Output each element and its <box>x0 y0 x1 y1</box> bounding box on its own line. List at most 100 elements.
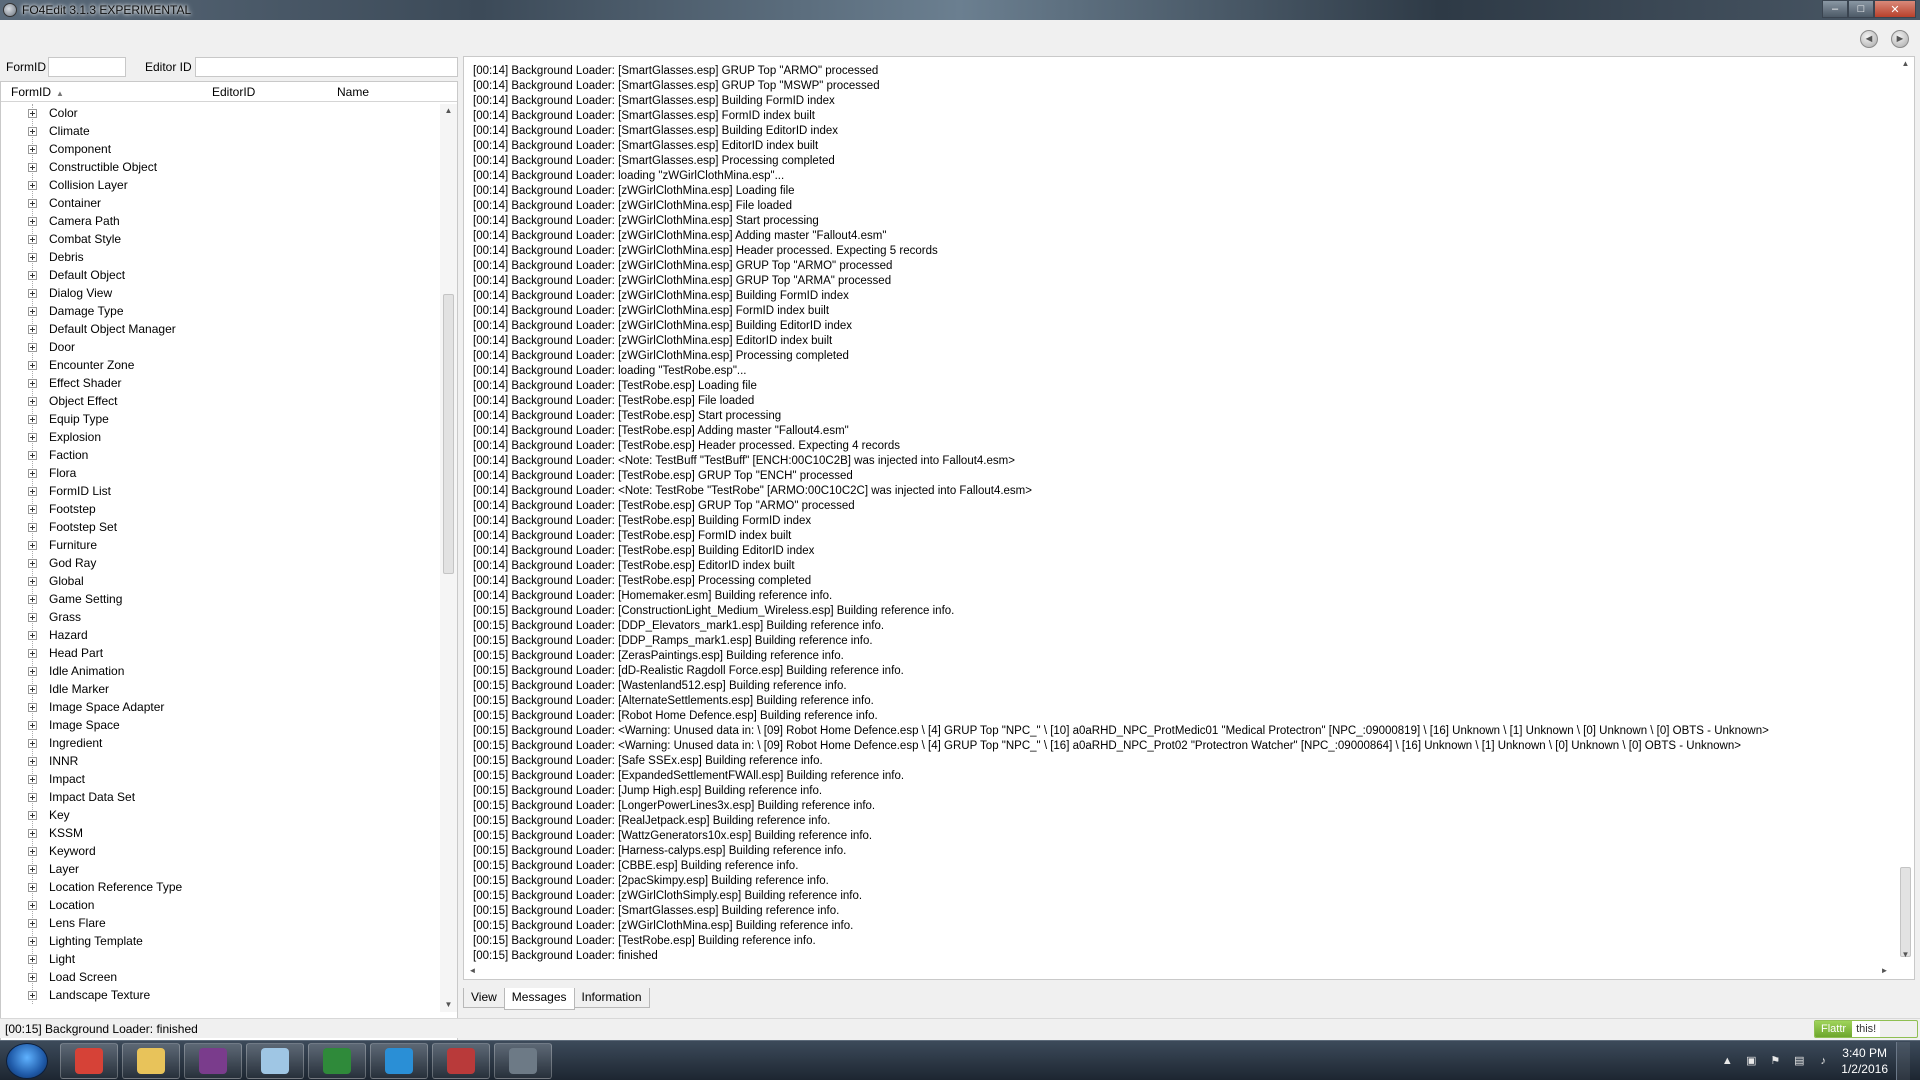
taskbar-button[interactable] <box>60 1043 118 1079</box>
tree-item[interactable]: Default Object Manager <box>1 320 439 338</box>
expand-icon[interactable] <box>28 504 37 514</box>
expand-icon[interactable] <box>28 126 37 136</box>
tree-item[interactable]: Dialog View <box>1 284 439 302</box>
show-desktop-button[interactable] <box>1896 1042 1910 1080</box>
expand-icon[interactable] <box>28 954 37 964</box>
tree-item[interactable]: Keyword <box>1 842 439 860</box>
expand-icon[interactable] <box>28 288 37 298</box>
log-vertical-scrollbar[interactable]: ▲ ▼ <box>1897 57 1914 962</box>
back-icon[interactable]: ◄ <box>1860 30 1878 48</box>
expand-icon[interactable] <box>28 756 37 766</box>
expand-icon[interactable] <box>28 702 37 712</box>
tree-item[interactable]: Impact Data Set <box>1 788 439 806</box>
tree-item[interactable]: Image Space Adapter <box>1 698 439 716</box>
expand-icon[interactable] <box>28 306 37 316</box>
expand-icon[interactable] <box>28 630 37 640</box>
expand-icon[interactable] <box>28 162 37 172</box>
tree-item[interactable]: Component <box>1 140 439 158</box>
tree-item[interactable]: Impact <box>1 770 439 788</box>
scroll-right-icon[interactable]: ► <box>1876 964 1893 978</box>
tree-item[interactable]: Color <box>1 104 439 122</box>
expand-icon[interactable] <box>28 180 37 190</box>
tree-item[interactable]: Head Part <box>1 644 439 662</box>
expand-icon[interactable] <box>28 918 37 928</box>
expand-icon[interactable] <box>28 270 37 280</box>
expand-icon[interactable] <box>28 648 37 658</box>
close-button[interactable]: ✕ <box>1874 0 1916 18</box>
maximize-button[interactable]: □ <box>1848 0 1874 18</box>
tab-view[interactable]: View <box>463 988 505 1008</box>
expand-icon[interactable] <box>28 108 37 118</box>
column-name[interactable]: Name <box>337 85 369 99</box>
tree-item[interactable]: Object Effect <box>1 392 439 410</box>
taskbar-button[interactable] <box>122 1043 180 1079</box>
expand-icon[interactable] <box>28 972 37 982</box>
network-icon[interactable]: ▤ <box>1792 1054 1806 1068</box>
tree-item[interactable]: Damage Type <box>1 302 439 320</box>
expand-icon[interactable] <box>28 252 37 262</box>
expand-icon[interactable] <box>28 576 37 586</box>
taskbar-button[interactable] <box>432 1043 490 1079</box>
expand-icon[interactable] <box>28 666 37 676</box>
expand-icon[interactable] <box>28 936 37 946</box>
scrollbar-thumb[interactable] <box>1900 867 1911 957</box>
expand-icon[interactable] <box>28 990 37 1000</box>
column-editorid[interactable]: EditorID <box>212 85 255 99</box>
expand-icon[interactable] <box>28 720 37 730</box>
minimize-button[interactable]: – <box>1822 0 1848 18</box>
tree-item[interactable]: Default Object <box>1 266 439 284</box>
tree-item[interactable]: Equip Type <box>1 410 439 428</box>
taskbar-button[interactable] <box>494 1043 552 1079</box>
tree-vertical-scrollbar[interactable]: ▲ ▼ <box>440 104 457 1012</box>
tree-item[interactable]: Load Screen <box>1 968 439 986</box>
expand-icon[interactable] <box>28 540 37 550</box>
forward-icon[interactable]: ► <box>1891 30 1909 48</box>
expand-icon[interactable] <box>28 486 37 496</box>
taskbar-button[interactable] <box>246 1043 304 1079</box>
tree-item[interactable]: Light <box>1 950 439 968</box>
tree-item[interactable]: Combat Style <box>1 230 439 248</box>
expand-icon[interactable] <box>28 144 37 154</box>
log-horizontal-scrollbar[interactable]: ◄ ► <box>464 962 1898 979</box>
tree-item[interactable]: Climate <box>1 122 439 140</box>
tree-item[interactable]: Explosion <box>1 428 439 446</box>
scroll-up-icon[interactable]: ▲ <box>440 104 457 118</box>
expand-icon[interactable] <box>28 828 37 838</box>
expand-icon[interactable] <box>28 450 37 460</box>
expand-icon[interactable] <box>28 792 37 802</box>
taskbar-button[interactable] <box>370 1043 428 1079</box>
taskbar-button[interactable] <box>184 1043 242 1079</box>
tree-item[interactable]: Layer <box>1 860 439 878</box>
tree-item[interactable]: Game Setting <box>1 590 439 608</box>
expand-icon[interactable] <box>28 558 37 568</box>
tree-item[interactable]: Lens Flare <box>1 914 439 932</box>
clock[interactable]: 3:40 PM 1/2/2016 <box>1841 1045 1888 1077</box>
expand-icon[interactable] <box>28 522 37 532</box>
tree-item[interactable]: Encounter Zone <box>1 356 439 374</box>
tree-item[interactable]: Camera Path <box>1 212 439 230</box>
formid-filter-input[interactable] <box>48 57 126 77</box>
tree-item[interactable]: KSSM <box>1 824 439 842</box>
tree-item[interactable]: Constructible Object <box>1 158 439 176</box>
start-button[interactable] <box>6 1043 48 1079</box>
action-center-flag-icon[interactable]: ⚑ <box>1768 1054 1782 1068</box>
tray-expand-icon[interactable]: ▲ <box>1720 1054 1734 1068</box>
tab-information[interactable]: Information <box>573 988 650 1008</box>
flattr-button[interactable]: Flattr this! <box>1814 1020 1918 1038</box>
tab-messages[interactable]: Messages <box>503 988 575 1010</box>
expand-icon[interactable] <box>28 324 37 334</box>
expand-icon[interactable] <box>28 342 37 352</box>
column-formid[interactable]: FormID ▲ <box>11 85 64 99</box>
tree-item[interactable]: Furniture <box>1 536 439 554</box>
expand-icon[interactable] <box>28 846 37 856</box>
expand-icon[interactable] <box>28 684 37 694</box>
tree-item[interactable]: God Ray <box>1 554 439 572</box>
expand-icon[interactable] <box>28 900 37 910</box>
tree-item[interactable]: Image Space <box>1 716 439 734</box>
tree-item[interactable]: Container <box>1 194 439 212</box>
expand-icon[interactable] <box>28 594 37 604</box>
expand-icon[interactable] <box>28 396 37 406</box>
tree-item[interactable]: Flora <box>1 464 439 482</box>
scroll-down-icon[interactable]: ▼ <box>1897 948 1914 962</box>
tree-item[interactable]: Footstep <box>1 500 439 518</box>
